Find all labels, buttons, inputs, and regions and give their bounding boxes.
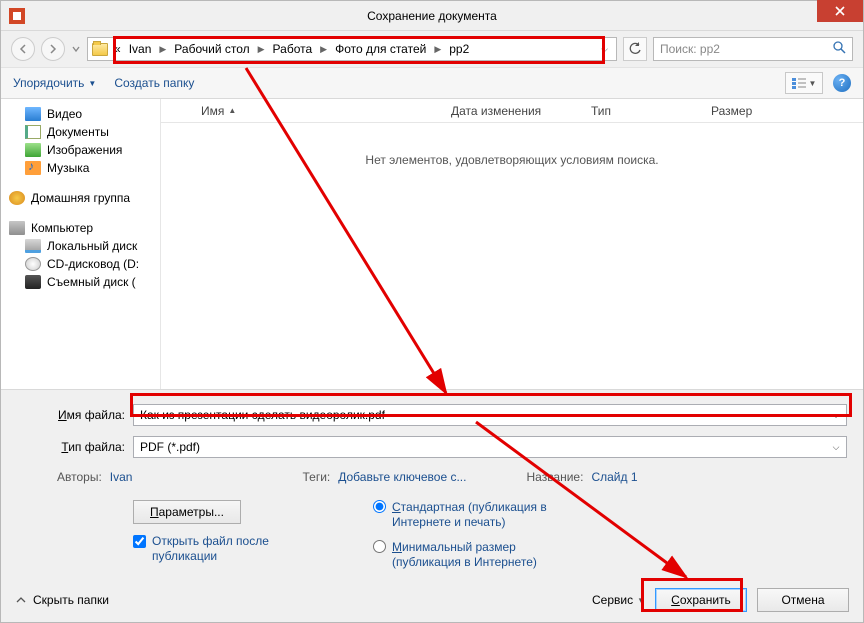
view-icon [792,77,806,89]
close-icon [835,6,845,16]
cancel-button[interactable]: Отмена [757,588,849,612]
empty-message: Нет элементов, удовлетворяющих условиям … [161,123,863,197]
service-menu[interactable]: Сервис ▼ [592,593,645,607]
refresh-button[interactable] [623,37,647,61]
column-name[interactable]: Имя▲ [161,104,441,118]
hide-folders-button[interactable]: Скрыть папки [15,593,109,607]
column-size[interactable]: Размер [701,104,863,118]
chevron-right-icon: ▶ [157,44,168,55]
chevron-right-icon: ▶ [432,44,443,55]
sidebar-item-documents[interactable]: Документы [1,123,160,141]
chevron-down-icon: ▼ [809,79,817,88]
chevron-down-icon: ▼ [88,79,96,88]
authors-label: Авторы: [57,470,102,484]
address-bar[interactable]: « Ivan▶ Рабочий стол▶ Работа▶ Фото для с… [87,37,617,61]
search-input[interactable]: Поиск: pp2 [653,37,853,61]
sidebar-item-music[interactable]: Музыка [1,159,160,177]
standard-radio-input[interactable] [373,500,386,513]
optimization-minimum-radio[interactable]: Минимальный размер (публикация в Интерне… [373,540,573,570]
folder-icon [92,43,108,56]
filetype-label: Тип файла: [17,440,125,454]
usb-icon [25,275,41,289]
open-after-input[interactable] [133,535,146,548]
chevron-right-icon: ▶ [256,44,267,55]
sidebar-item-removable[interactable]: Съемный диск ( [1,273,160,291]
cd-icon [25,257,41,271]
close-button[interactable] [817,0,863,22]
filename-label: Имя файла: [17,408,125,422]
minimum-radio-input[interactable] [373,540,386,553]
chevron-down-icon: ▼ [637,596,645,605]
sidebar-item-cddrive[interactable]: CD-дисковод (D: [1,255,160,273]
authors-value[interactable]: Ivan [110,470,133,484]
breadcrumb-item[interactable]: pp2 [447,42,471,56]
chevron-up-icon [15,594,27,606]
chevron-down-icon[interactable]: ⌵ [828,439,844,455]
chevron-down-icon[interactable] [71,44,81,54]
breadcrumb-item[interactable]: Работа [271,42,315,56]
address-dropdown[interactable]: ⌵ [597,44,612,55]
back-button[interactable] [11,37,35,61]
forward-button[interactable] [41,37,65,61]
homegroup-icon [9,191,25,205]
computer-icon [9,221,25,235]
chevron-down-icon[interactable]: ⌵ [828,407,844,423]
video-icon [25,107,41,121]
search-icon [833,41,846,57]
filename-input[interactable]: Как из презентации сделать видеоролик.pd… [133,404,847,426]
search-placeholder: Поиск: pp2 [660,42,720,56]
drive-icon [25,239,41,253]
new-folder-button[interactable]: Создать папку [114,76,194,90]
app-icon [9,8,25,24]
title-label: Название: [526,470,583,484]
document-icon [25,125,41,139]
breadcrumb-item[interactable]: Ivan [127,42,154,56]
optimization-standard-radio[interactable]: Стандартная (публикация в Интернете и пе… [373,500,573,530]
column-date[interactable]: Дата изменения [441,104,581,118]
view-mode-button[interactable]: ▼ [785,72,823,94]
filetype-select[interactable]: PDF (*.pdf) ⌵ [133,436,847,458]
sidebar-item-localdisk[interactable]: Локальный диск [1,237,160,255]
sidebar-item-homegroup[interactable]: Домашняя группа [1,189,160,207]
tags-value[interactable]: Добавьте ключевое с... [338,470,466,484]
save-button[interactable]: Сохранить [655,588,747,612]
open-after-checkbox[interactable]: Открыть файл после публикации [133,534,313,564]
sidebar-item-images[interactable]: Изображения [1,141,160,159]
image-icon [25,143,41,157]
sidebar: Видео Документы Изображения Музыка Домаш… [1,99,161,389]
breadcrumb-prefix: « [112,42,123,56]
chevron-right-icon: ▶ [318,44,329,55]
help-button[interactable]: ? [833,74,851,92]
sort-asc-icon: ▲ [228,106,236,115]
column-headers: Имя▲ Дата изменения Тип Размер [161,99,863,123]
sidebar-item-video[interactable]: Видео [1,105,160,123]
organize-menu[interactable]: Упорядочить ▼ [13,76,96,90]
parameters-button[interactable]: Параметры... [133,500,241,524]
title-value[interactable]: Слайд 1 [591,470,637,484]
breadcrumb-item[interactable]: Фото для статей [333,42,428,56]
tags-label: Теги: [302,470,330,484]
breadcrumb-item[interactable]: Рабочий стол [172,42,251,56]
sidebar-item-computer[interactable]: Компьютер [1,219,160,237]
arrow-right-icon [48,44,58,54]
window-title: Сохранение документа [1,9,863,23]
column-type[interactable]: Тип [581,104,701,118]
arrow-left-icon [18,44,28,54]
refresh-icon [628,42,642,56]
music-icon [25,161,41,175]
